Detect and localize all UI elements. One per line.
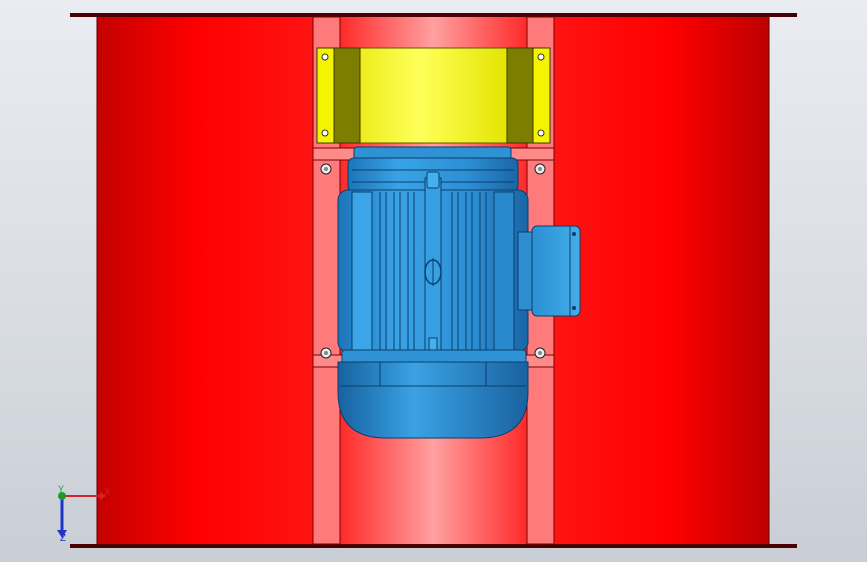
triad-arrows [57,492,106,538]
terminal-box[interactable] [517,225,581,317]
bolt-icon [321,53,329,61]
x-axis-label: X [104,487,111,498]
bolt-icon [537,129,545,137]
bolt-icon [321,129,329,137]
bolt-icon [537,53,545,61]
motor-bracket[interactable] [316,47,551,144]
model-scene[interactable] [0,0,867,562]
z-axis-label: Z [60,533,67,544]
y-axis-label: Y [58,484,65,494]
coordinate-triad-icon: X Y Z [44,482,124,548]
cad-viewport[interactable]: X Y Z [0,0,867,562]
